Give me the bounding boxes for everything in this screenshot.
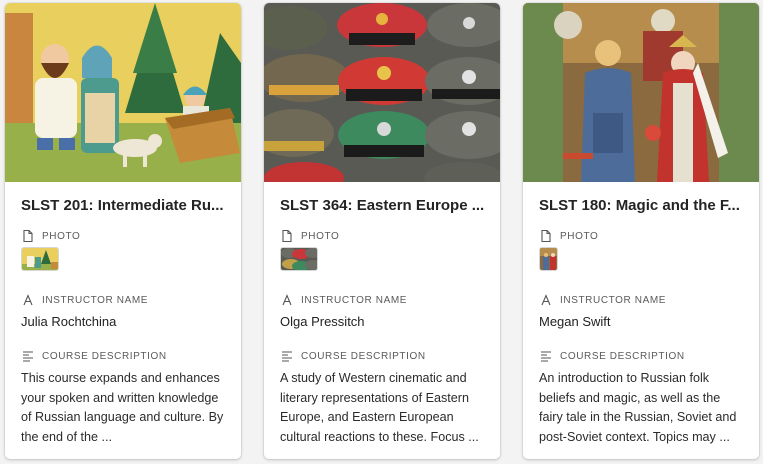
instructor-field-label: INSTRUCTOR NAME [539, 293, 666, 307]
description-field-label: COURSE DESCRIPTION [539, 349, 685, 363]
photo-field-label: PHOTO [21, 229, 80, 243]
course-description: This course expands and enhances your sp… [21, 371, 224, 444]
align-left-icon [280, 349, 294, 363]
instructor-label-text: INSTRUCTOR NAME [301, 294, 408, 306]
photo-label-text: PHOTO [560, 230, 599, 242]
photo-label-text: PHOTO [42, 230, 81, 242]
instructor-label-text: INSTRUCTOR NAME [560, 294, 667, 306]
course-title[interactable]: SLST 201: Intermediate Ru... [21, 197, 227, 214]
photo-thumbnail[interactable] [280, 247, 318, 271]
text-a-icon [280, 293, 294, 307]
course-card[interactable]: SLST 201: Intermediate Ru... PHOTO INSTR… [5, 3, 241, 459]
photo-label-text: PHOTO [301, 230, 340, 242]
instructor-name: Olga Pressitch [280, 314, 365, 329]
cover-image[interactable] [523, 3, 759, 182]
description-label-text: COURSE DESCRIPTION [560, 350, 685, 362]
description-field-label: COURSE DESCRIPTION [280, 349, 426, 363]
text-a-icon [21, 293, 35, 307]
description-label-text: COURSE DESCRIPTION [301, 350, 426, 362]
file-icon [539, 229, 553, 243]
course-card[interactable]: SLST 364: Eastern Europe ... PHOTO INSTR… [264, 3, 500, 459]
course-title[interactable]: SLST 180: Magic and the F... [539, 197, 745, 214]
description-label-text: COURSE DESCRIPTION [42, 350, 167, 362]
instructor-field-label: INSTRUCTOR NAME [280, 293, 407, 307]
cover-image[interactable] [264, 3, 500, 182]
align-left-icon [539, 349, 553, 363]
course-title[interactable]: SLST 364: Eastern Europe ... [280, 197, 486, 214]
photo-field-label: PHOTO [280, 229, 339, 243]
instructor-label-text: INSTRUCTOR NAME [42, 294, 149, 306]
file-icon [21, 229, 35, 243]
instructor-name: Megan Swift [539, 314, 611, 329]
photo-thumbnail[interactable] [539, 247, 558, 271]
instructor-field-label: INSTRUCTOR NAME [21, 293, 148, 307]
description-field-label: COURSE DESCRIPTION [21, 349, 167, 363]
align-left-icon [21, 349, 35, 363]
photo-thumbnail[interactable] [21, 247, 59, 271]
course-description: A study of Western cinematic and literar… [280, 371, 479, 444]
photo-field-label: PHOTO [539, 229, 598, 243]
instructor-name: Julia Rochtchina [21, 314, 117, 329]
course-card[interactable]: SLST 180: Magic and the F... PHOTO INSTR… [523, 3, 759, 459]
cover-image[interactable] [5, 3, 241, 182]
course-description: An introduction to Russian folk beliefs … [539, 371, 737, 444]
text-a-icon [539, 293, 553, 307]
file-icon [280, 229, 294, 243]
